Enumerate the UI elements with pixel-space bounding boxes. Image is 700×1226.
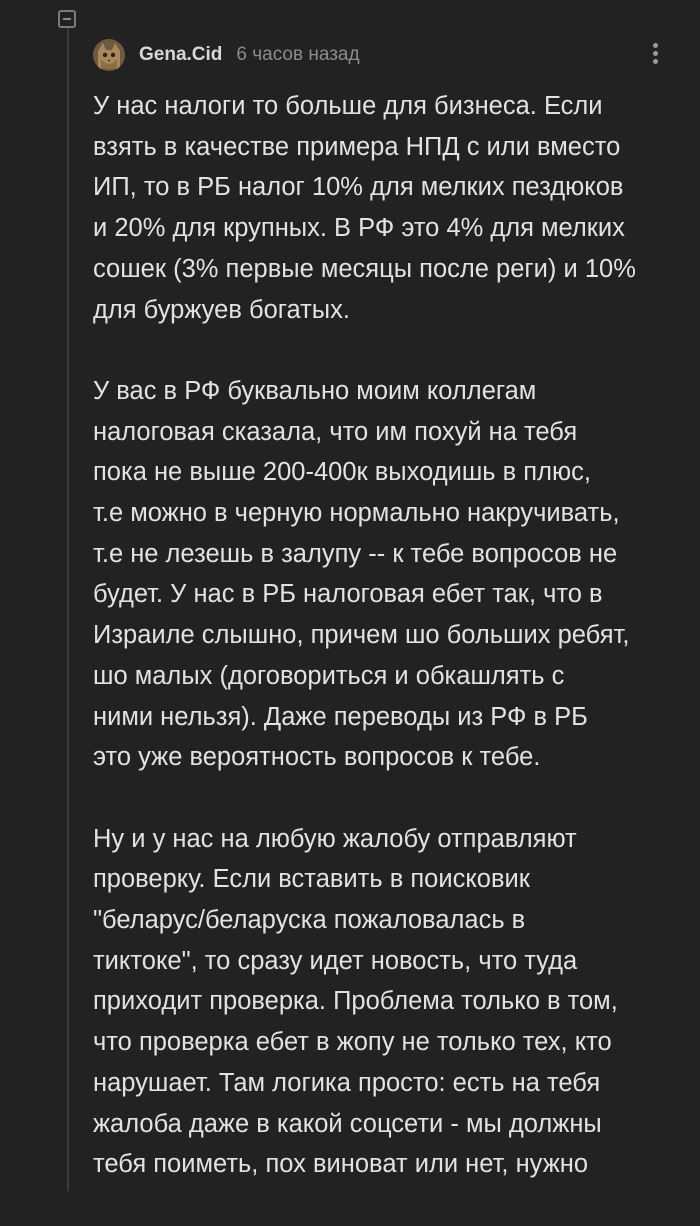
comment-paragraph: Ну и у нас на любую жалобу отправляют пр… xyxy=(93,824,618,1179)
comment-author[interactable]: Gena.Cid xyxy=(139,44,222,66)
thread-line xyxy=(67,28,69,1191)
comment-body: У нас налоги то больше для бизнеса. Если… xyxy=(93,86,683,1226)
comment-paragraph: У нас налоги то больше для бизнеса. Если… xyxy=(93,92,636,324)
comment-header: Gena.Cid 6 часов назад xyxy=(93,38,360,72)
comment-paragraph: У вас в РФ буквально моим коллегам налог… xyxy=(93,376,630,772)
avatar[interactable] xyxy=(93,39,125,71)
comment-timestamp: 6 часов назад xyxy=(236,44,360,65)
more-vertical-icon[interactable] xyxy=(640,40,670,74)
cat-avatar-icon xyxy=(93,39,125,71)
collapse-thread-icon[interactable] xyxy=(58,10,76,28)
